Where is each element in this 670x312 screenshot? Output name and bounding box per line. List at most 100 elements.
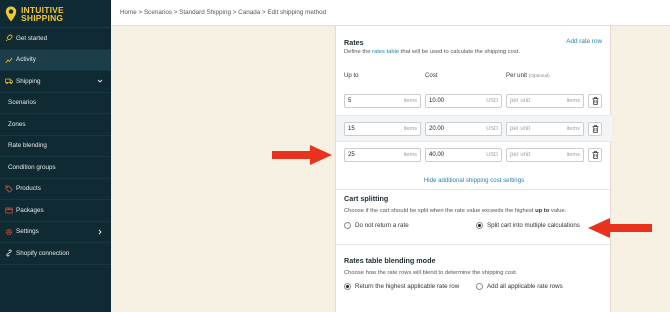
per-unit-placeholder: per unit <box>510 126 531 132</box>
sidebar-item-label: Rate blending <box>8 142 47 150</box>
rates-desc-prefix: Define the <box>344 49 373 55</box>
radio-circle-selected[interactable] <box>476 222 483 229</box>
sidebar-item-label: Shopify connection <box>16 249 70 257</box>
delete-row-button[interactable] <box>588 94 602 108</box>
gear-icon <box>5 228 13 236</box>
column-header-up-to: Up to <box>344 72 359 79</box>
cart-desc-prefix: Choose if the cart should be split when … <box>344 208 536 214</box>
sidebar-item-get-started[interactable]: Get started <box>0 28 111 50</box>
currency-label: USD <box>486 98 498 104</box>
up-to-unit: items <box>403 152 417 158</box>
sidebar-item-packages[interactable]: Packages <box>0 200 111 222</box>
hide-additional-settings-link[interactable]: Hide additional shipping cost settings <box>336 177 612 184</box>
annotation-arrow-left-icon <box>588 218 652 238</box>
rates-desc-suffix: that will be used to calculate the shipp… <box>399 49 520 55</box>
cart-splitting-description: Choose if the cart should be split when … <box>344 208 566 214</box>
brand-name: INTUITIVE SHIPPING <box>21 5 64 23</box>
cart-desc-bold: up to <box>535 208 550 214</box>
sidebar-item-scenarios[interactable]: Scenarios <box>0 93 111 114</box>
sidebar-item-label: Zones <box>8 120 26 128</box>
per-unit-unit: items <box>566 152 580 158</box>
per-unit-label: Per unit <box>506 72 528 79</box>
radio-do-not-return-rate[interactable]: Do not return a rate <box>344 222 409 229</box>
blending-mode-description: Choose how the rate rows will blend to d… <box>344 270 518 276</box>
sidebar-item-label: Shipping <box>16 77 41 85</box>
cost-input[interactable]: 20.00 USD <box>425 122 502 136</box>
sidebar-item-shopify-connection[interactable]: Shopify connection <box>0 243 111 265</box>
rate-row: 15 items 20.00 USD per unit items <box>336 115 612 142</box>
up-to-value: 25 <box>348 152 355 158</box>
sidebar-item-activity[interactable]: Activity <box>0 49 111 71</box>
sidebar-item-label: Condition groups <box>8 163 56 171</box>
per-unit-input[interactable]: per unit items <box>506 94 584 108</box>
sidebar-item-label: Products <box>16 185 41 193</box>
trash-icon <box>592 125 598 133</box>
sidebar-item-label: Activity <box>16 56 36 64</box>
chevron-down-icon[interactable] <box>97 78 103 84</box>
top-bar: Home > Scenarios > Standard Shipping > C… <box>111 0 670 26</box>
sidebar-item-label: Packages <box>16 206 44 214</box>
radio-split-cart[interactable]: Split cart into multiple calculations <box>476 222 580 229</box>
cart-desc-suffix: value. <box>549 208 567 214</box>
up-to-input[interactable]: 25 items <box>344 148 421 162</box>
chart-icon <box>5 56 13 64</box>
radio-label: Return the highest applicable rate row <box>355 283 460 290</box>
link-icon <box>5 249 13 257</box>
radio-circle[interactable] <box>476 283 483 290</box>
rates-table-link[interactable]: rates table <box>372 49 399 55</box>
per-unit-input[interactable]: per unit items <box>506 148 584 162</box>
sidebar-item-shipping[interactable]: Shipping <box>0 71 111 93</box>
chevron-right-icon[interactable] <box>97 229 103 235</box>
up-to-input[interactable]: 15 items <box>344 122 421 136</box>
per-unit-input[interactable]: per unit items <box>506 122 584 136</box>
blending-mode-title: Rates table blending mode <box>344 256 436 265</box>
currency-label: USD <box>486 126 498 132</box>
column-header-cost: Cost <box>425 72 438 79</box>
trash-icon <box>592 97 598 105</box>
radio-circle-selected[interactable] <box>344 283 351 290</box>
optional-label: (Optional) <box>528 74 550 79</box>
cost-input[interactable]: 40.00 USD <box>425 148 502 162</box>
box-icon <box>5 206 13 214</box>
up-to-unit: items <box>403 98 417 104</box>
divider <box>336 189 612 190</box>
cost-value: 10.00 <box>429 98 445 104</box>
sidebar-item-zones[interactable]: Zones <box>0 114 111 136</box>
sidebar-item-rate-blending[interactable]: Rate blending <box>0 136 111 157</box>
sidebar: INTUITIVE SHIPPING Get started Activity … <box>0 0 111 312</box>
rates-description: Define the rates table that will be used… <box>344 49 520 55</box>
per-unit-unit: items <box>566 98 580 104</box>
radio-circle[interactable] <box>344 222 351 229</box>
radio-highest-rate-row[interactable]: Return the highest applicable rate row <box>344 283 459 290</box>
sidebar-item-condition-groups[interactable]: Condition groups <box>0 157 111 179</box>
sidebar-item-label: Settings <box>16 228 39 236</box>
radio-add-all-rate-rows[interactable]: Add all applicable rate rows <box>476 283 563 290</box>
cost-value: 20.00 <box>429 126 445 132</box>
up-to-unit: items <box>403 126 417 132</box>
radio-label: Split cart into multiple calculations <box>487 222 580 229</box>
breadcrumb[interactable]: Home > Scenarios > Standard Shipping > C… <box>120 9 326 16</box>
currency-label: USD <box>486 152 498 158</box>
sidebar-item-label: Get started <box>16 34 48 42</box>
rate-row: 25 items 40.00 USD per unit items <box>336 142 612 169</box>
column-header-per-unit: Per unit (Optional) <box>506 72 550 79</box>
rates-card: Rates Add rate row Define the rates tabl… <box>335 26 612 312</box>
location-pin-icon <box>5 6 17 21</box>
cost-input[interactable]: 10.00 USD <box>425 94 502 108</box>
brand-logo[interactable]: INTUITIVE SHIPPING <box>0 0 111 28</box>
sidebar-item-products[interactable]: Products <box>0 179 111 200</box>
up-to-value: 15 <box>348 126 355 132</box>
up-to-value: 5 <box>348 98 352 104</box>
up-to-input[interactable]: 5 items <box>344 94 421 108</box>
rates-title: Rates <box>344 38 364 47</box>
truck-icon <box>5 77 13 85</box>
delete-row-button[interactable] <box>588 122 602 136</box>
trash-icon <box>592 151 598 159</box>
brand-line-2: SHIPPING <box>21 12 64 23</box>
radio-label: Do not return a rate <box>355 222 409 229</box>
sidebar-item-settings[interactable]: Settings <box>0 222 111 243</box>
delete-row-button[interactable] <box>588 148 602 162</box>
add-rate-row-link[interactable]: Add rate row <box>566 38 602 45</box>
cost-value: 40.00 <box>429 152 445 158</box>
sidebar-item-label: Scenarios <box>8 99 37 107</box>
